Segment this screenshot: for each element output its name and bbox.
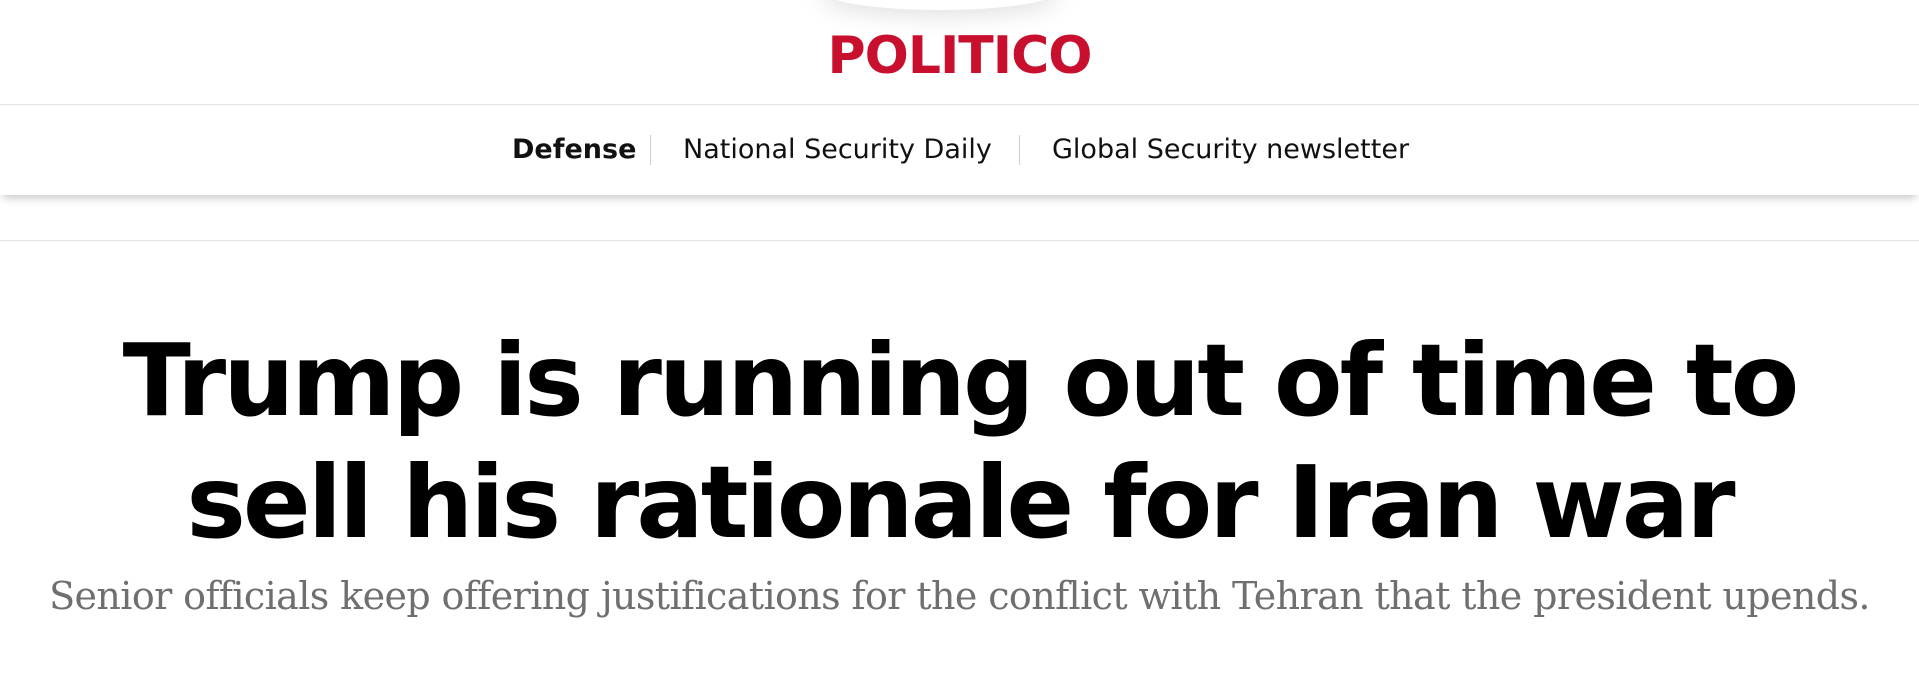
nav-item-global-security-newsletter[interactable]: Global Security newsletter	[1052, 105, 1409, 195]
nav-divider	[650, 135, 651, 165]
nav-item-national-security-daily[interactable]: National Security Daily	[683, 105, 992, 195]
article-headline: Trump is running out of time to sell his…	[122, 322, 1800, 561]
nav-divider	[1019, 135, 1020, 165]
section-nav-inner: Defense National Security Daily Global S…	[0, 105, 1919, 195]
article-dek: Senior officials keep offering justifica…	[49, 574, 1870, 618]
site-header: POLITICO	[0, 0, 1919, 105]
logo-shadow	[820, 0, 1060, 10]
header-divider	[0, 240, 1919, 241]
politico-logo[interactable]: POLITICO	[0, 26, 1919, 86]
section-nav: Defense National Security Daily Global S…	[0, 105, 1919, 195]
nav-item-defense[interactable]: Defense	[512, 105, 636, 195]
